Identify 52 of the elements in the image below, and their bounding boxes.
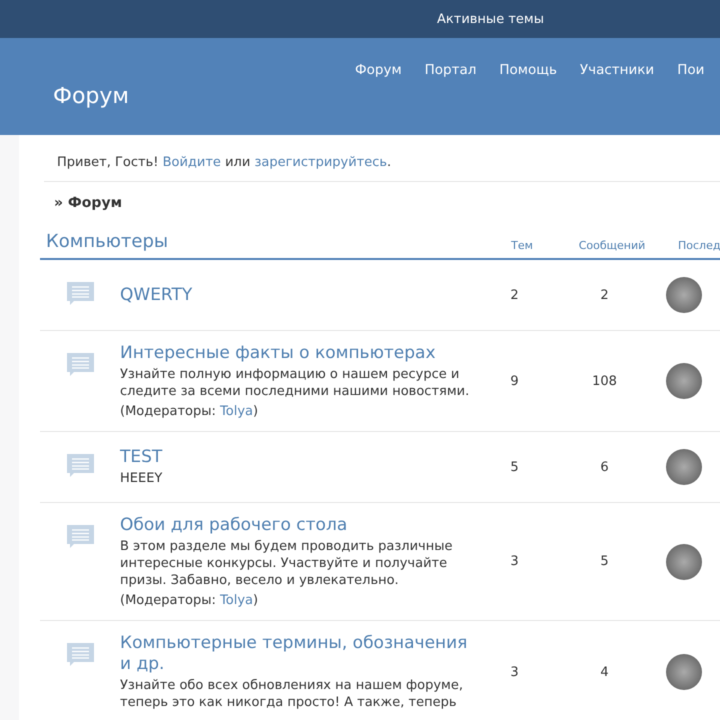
column-header: Тем — [510, 239, 534, 252]
nav-link[interactable]: Пои — [677, 62, 704, 135]
chat-icon — [66, 643, 94, 667]
register-link[interactable]: зарегистрируйтесь — [254, 155, 388, 170]
topics-count: 9 — [509, 374, 520, 388]
nav-link[interactable]: Активные темы — [437, 12, 544, 26]
avatar — [666, 449, 702, 485]
avatar — [666, 363, 702, 399]
topics-count: 5 — [509, 460, 520, 474]
avatar — [666, 277, 702, 313]
paren-text: ) — [252, 404, 258, 419]
board-title[interactable]: TEST — [120, 447, 480, 468]
or-text: или — [225, 155, 250, 170]
nav-link[interactable]: Участники — [580, 62, 654, 135]
board-description: Узнайте обо всех обновлениях на нашем форуме, теперь это как никогда просто! А также, теперь — [120, 677, 464, 711]
column-header: Послед — [678, 239, 720, 252]
category-title: Компьютеры — [46, 231, 170, 252]
avatar — [666, 654, 702, 690]
greeting-text: Привет, Гость! — [57, 155, 158, 170]
chat-icon — [66, 454, 94, 478]
board-title[interactable]: QWERTY — [120, 284, 480, 306]
board-description: В этом разделе мы будем проводить различные интересные конкурсы. Участвуйте и получайте призы. Забавно, весело и увлекательно. — [120, 538, 454, 589]
posts-count: 2 — [599, 288, 610, 302]
moderator-link[interactable]: Tolya — [220, 593, 253, 608]
topics-count: 2 — [509, 288, 520, 302]
nav-link[interactable]: Портал — [424, 62, 476, 135]
topics-count: 3 — [509, 664, 520, 680]
forum-title: Форум — [52, 83, 130, 111]
board-title[interactable]: Обои для рабочего стола — [120, 515, 480, 536]
nav-link[interactable]: Форум — [355, 62, 402, 135]
login-link[interactable]: Войдите — [162, 155, 221, 170]
nav-link[interactable]: Помощь — [499, 62, 557, 135]
chat-icon — [66, 353, 94, 377]
board-description: HEEEY — [120, 470, 164, 487]
moderators-label: (Модераторы: — [120, 404, 216, 419]
board-description: Узнайте полную информацию о нашем ресурсе и следите за всеми последними нашими новостями. — [120, 366, 470, 400]
posts-count: 5 — [599, 554, 610, 569]
chat-icon — [66, 282, 94, 306]
moderator-link[interactable]: Tolya — [220, 404, 253, 419]
board-title[interactable]: Интересные факты о компьютерах — [120, 343, 480, 364]
column-header: Сообщений — [578, 239, 646, 252]
board-title[interactable]: Компьютерные термины, обозначения и др. — [120, 633, 480, 675]
topics-count: 3 — [509, 554, 520, 569]
period-text: . — [387, 155, 392, 170]
posts-count: 4 — [599, 664, 610, 680]
chat-icon — [66, 525, 94, 549]
breadcrumb: » Форум — [53, 194, 124, 213]
posts-count: 6 — [599, 460, 610, 474]
paren-text: ) — [252, 593, 258, 608]
posts-count: 108 — [591, 374, 618, 388]
moderators-label: (Модераторы: — [120, 593, 216, 608]
avatar — [666, 544, 702, 580]
